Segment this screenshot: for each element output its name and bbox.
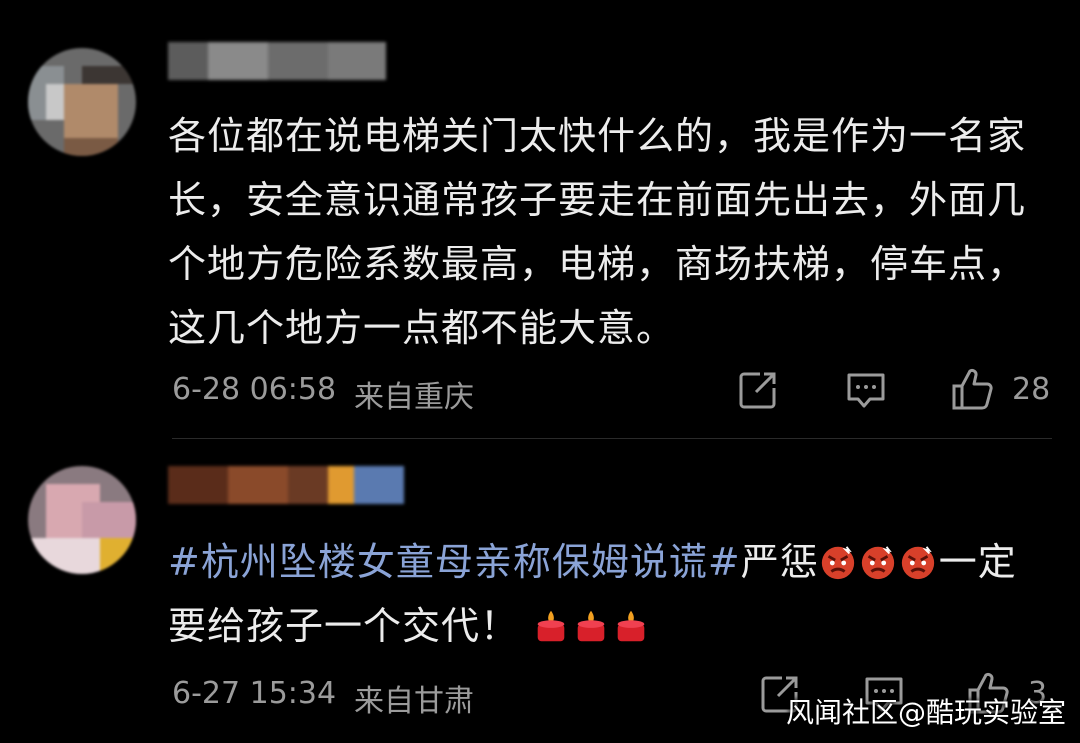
username[interactable] [168,466,404,504]
candle-icon [617,610,645,642]
comment-text: 各位都在说电梯关门太快什么的，我是作为一名家长，安全意识通常孩子要走在前面先出去… [168,114,1027,350]
divider [172,438,1052,439]
hashtag-link[interactable]: #杭州坠楼女童母亲称保姆说谎# [168,540,741,584]
avatar[interactable] [28,466,136,574]
watermark: 风闻社区@酷玩实验室 [785,696,1066,729]
like-count: 28 [1012,372,1051,407]
timestamp: 6-28 06:58 [172,372,337,407]
thumbs-up-icon[interactable] [948,366,996,414]
timestamp: 6-27 15:34 [172,676,337,711]
comment-icon[interactable] [842,366,890,414]
angry-face-icon [901,546,934,580]
angry-face-icon [821,546,854,580]
comment-text-part: 严惩 [740,540,819,584]
candle-icon [577,610,605,642]
candle-icon [537,610,565,642]
angry-face-icon [861,546,894,580]
location: 来自重庆 [354,380,474,415]
location: 来自甘肃 [354,684,474,719]
username[interactable] [168,42,386,80]
comment-meta: 6-28 06:58 来自重庆 28 [172,368,1052,415]
avatar[interactable] [28,48,136,156]
share-icon[interactable] [734,366,782,414]
comment-text: #杭州坠楼女童母亲称保姆说谎#严惩 一定要给孩子一个交代！ [168,530,1048,658]
